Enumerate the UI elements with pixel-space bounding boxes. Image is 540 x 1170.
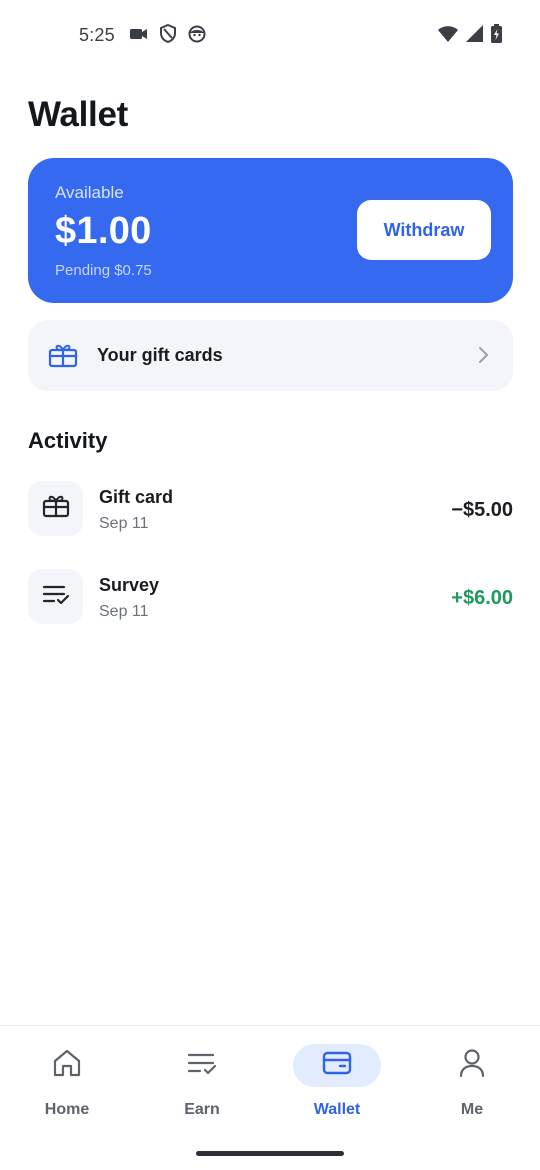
chevron-right-icon [477,346,489,369]
home-indicator[interactable] [196,1151,344,1156]
activity-title: Activity [28,428,108,453]
nav-item-wallet[interactable]: Wallet [282,1044,392,1124]
video-camera-icon [130,27,148,41]
gift-icon [42,494,70,523]
signal-icon [466,25,483,42]
home-icon [52,1049,82,1082]
person-icon [458,1048,486,1083]
nav-item-home[interactable]: Home [12,1044,122,1124]
activity-icon-box [28,569,83,624]
activity-date: Sep 11 [99,515,149,532]
page-title: Wallet [28,95,128,134]
nav-pill-active [293,1044,381,1087]
face-icon [188,25,206,43]
battery-charging-icon [491,24,502,43]
nav-label: Earn [184,1101,220,1118]
checklist-icon [187,1051,217,1080]
pending-amount: Pending $0.75 [55,262,152,279]
activity-amount: +$6.00 [451,587,513,609]
activity-title-text: Gift card [99,487,174,507]
activity-title-text: Survey [99,575,160,595]
nav-pill [158,1044,246,1087]
activity-icon-box [28,481,83,536]
nav-item-me[interactable]: Me [417,1044,527,1124]
checklist-icon [42,583,70,610]
status-icons-left [130,24,206,43]
nav-pill [428,1044,516,1087]
balance-amount: $1.00 [55,210,152,252]
wallet-icon [322,1050,352,1081]
nav-label: Me [460,1101,484,1118]
gift-cards-label: Your gift cards [97,345,223,365]
gift-cards-row[interactable]: Your gift cards [28,320,513,391]
balance-label: Available [55,183,124,202]
list-item[interactable]: Gift card Sep 11 −$5.00 [28,481,513,537]
status-icons-right [438,24,502,43]
gift-icon [48,342,78,373]
nav-label: Wallet [313,1101,361,1118]
nav-item-earn[interactable]: Earn [147,1044,257,1124]
wifi-icon [438,25,458,42]
withdraw-button[interactable]: Withdraw [357,200,491,260]
list-item[interactable]: Survey Sep 11 +$6.00 [28,569,513,625]
status-bar: 5:25 [0,0,540,72]
activity-date: Sep 11 [99,603,149,620]
status-time: 5:25 [79,25,115,45]
nav-label: Home [44,1101,90,1118]
shield-icon [160,24,176,43]
balance-card: Available $1.00 Pending $0.75 Withdraw [28,158,513,303]
bottom-nav: Home Earn Wallet Me [0,1025,540,1170]
nav-pill [23,1044,111,1087]
activity-amount: −$5.00 [451,499,513,521]
